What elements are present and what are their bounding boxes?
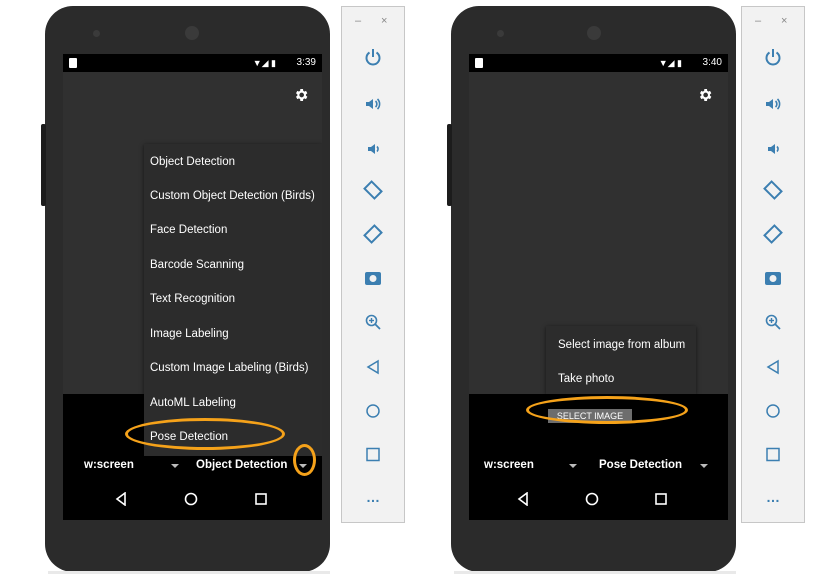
menu-item-label: Face Detection: [150, 224, 228, 236]
more-options-icon[interactable]: …: [366, 489, 380, 505]
close-button[interactable]: ×: [781, 15, 787, 27]
menu-item-custom-object-detection[interactable]: Custom Object Detection (Birds): [144, 190, 322, 202]
settings-gear-icon[interactable]: [293, 87, 309, 103]
menu-item-image-labeling[interactable]: Image Labeling: [144, 328, 322, 340]
left-phone-frame: ▼◢ ▮ 3:39 Object Detection Custom Object…: [41, 6, 330, 572]
recents-nav-icon[interactable]: [255, 493, 267, 505]
left-phone-shadow: [48, 571, 330, 574]
zoom-icon[interactable]: [764, 313, 782, 331]
zoom-icon[interactable]: [364, 313, 382, 331]
close-button[interactable]: ×: [381, 15, 387, 27]
rotate-left-icon[interactable]: [362, 179, 384, 201]
volume-down-icon[interactable]: [763, 139, 783, 159]
left-mode-spinner[interactable]: Object Detection: [196, 459, 287, 471]
right-phone-side-button: [447, 124, 452, 206]
right-status-bar: ▼◢ ▮ 3:40: [469, 54, 728, 72]
popup-item-label: Take photo: [558, 373, 615, 385]
wifi-signal-icon: ▼◢ ▮: [658, 58, 682, 68]
rotate-left-icon[interactable]: [762, 179, 784, 201]
volume-down-icon[interactable]: [363, 139, 383, 159]
menu-item-label: AutoML Labeling: [150, 397, 236, 409]
left-size-spinner[interactable]: w:screen: [84, 459, 134, 471]
popup-item-take-photo[interactable]: Take photo: [546, 373, 696, 385]
settings-gear-icon[interactable]: [697, 87, 713, 103]
left-phone-earpiece: [93, 30, 100, 37]
camera-screenshot-icon[interactable]: [764, 269, 782, 287]
right-mode-spinner[interactable]: Pose Detection: [599, 459, 682, 471]
home-nav-icon[interactable]: [184, 492, 198, 506]
sim-icon: [69, 58, 77, 68]
highlight-dropdown-caret-oval: [293, 444, 316, 476]
detector-dropdown-menu: Object Detection Custom Object Detection…: [144, 144, 322, 456]
chevron-down-icon[interactable]: [700, 464, 708, 468]
recents-nav-icon[interactable]: [655, 493, 667, 505]
right-phone-earpiece: [497, 30, 504, 37]
sim-icon: [475, 58, 483, 68]
back-icon[interactable]: [365, 359, 381, 375]
power-icon[interactable]: [363, 47, 383, 67]
menu-item-object-detection[interactable]: Object Detection: [144, 156, 322, 168]
home-icon[interactable]: [365, 403, 381, 419]
minimize-button[interactable]: –: [355, 15, 361, 27]
menu-item-label: Barcode Scanning: [150, 259, 244, 271]
popup-item-label: Select image from album: [558, 339, 686, 351]
right-screen: ▼◢ ▮ 3:40 Select image from album Take p…: [469, 54, 728, 520]
left-status-time: 3:39: [296, 57, 316, 68]
overview-icon[interactable]: [366, 447, 381, 462]
menu-item-automl-labeling[interactable]: AutoML Labeling: [144, 397, 322, 409]
overview-icon[interactable]: [766, 447, 781, 462]
left-screen: ▼◢ ▮ 3:39 Object Detection Custom Object…: [63, 54, 322, 520]
minimize-button[interactable]: –: [755, 15, 761, 27]
right-phone-shadow: [454, 571, 736, 574]
right-phone-camera: [587, 26, 601, 40]
right-size-spinner[interactable]: w:screen: [484, 459, 534, 471]
left-status-bar: ▼◢ ▮ 3:39: [63, 54, 322, 72]
camera-screenshot-icon[interactable]: [364, 269, 382, 287]
menu-item-barcode-scanning[interactable]: Barcode Scanning: [144, 259, 322, 271]
chevron-down-icon[interactable]: [569, 464, 577, 468]
menu-item-label: Image Labeling: [150, 328, 229, 340]
back-icon[interactable]: [765, 359, 781, 375]
more-options-icon[interactable]: …: [766, 489, 780, 505]
left-phone-side-button: [41, 124, 46, 206]
image-source-popup-menu: Select image from album Take photo: [546, 326, 696, 394]
rotate-right-icon[interactable]: [362, 223, 384, 245]
menu-item-label: Text Recognition: [150, 293, 236, 305]
menu-item-face-detection[interactable]: Face Detection: [144, 224, 322, 236]
volume-up-icon[interactable]: [363, 94, 383, 114]
left-emulator-toolbar: – × …: [341, 6, 405, 523]
left-phone-camera: [185, 26, 199, 40]
back-nav-icon[interactable]: [516, 492, 530, 506]
rotate-right-icon[interactable]: [762, 223, 784, 245]
highlight-select-image-oval: [526, 396, 688, 424]
back-nav-icon[interactable]: [114, 492, 128, 506]
chevron-down-icon[interactable]: [171, 464, 179, 468]
home-nav-icon[interactable]: [585, 492, 599, 506]
home-icon[interactable]: [765, 403, 781, 419]
menu-item-label: Custom Image Labeling (Birds): [150, 362, 309, 374]
power-icon[interactable]: [763, 47, 783, 67]
right-phone-frame: ▼◢ ▮ 3:40 Select image from album Take p…: [447, 6, 736, 572]
highlight-pose-detection-oval: [125, 418, 285, 450]
popup-item-select-from-album[interactable]: Select image from album: [546, 339, 696, 351]
wifi-signal-icon: ▼◢ ▮: [252, 58, 276, 68]
menu-item-label: Object Detection: [150, 156, 236, 168]
volume-up-icon[interactable]: [763, 94, 783, 114]
menu-item-label: Custom Object Detection (Birds): [150, 190, 315, 202]
right-emulator-toolbar: – × …: [741, 6, 805, 523]
menu-item-custom-image-labeling[interactable]: Custom Image Labeling (Birds): [144, 362, 322, 374]
menu-item-text-recognition[interactable]: Text Recognition: [144, 293, 322, 305]
right-status-time: 3:40: [702, 57, 722, 68]
